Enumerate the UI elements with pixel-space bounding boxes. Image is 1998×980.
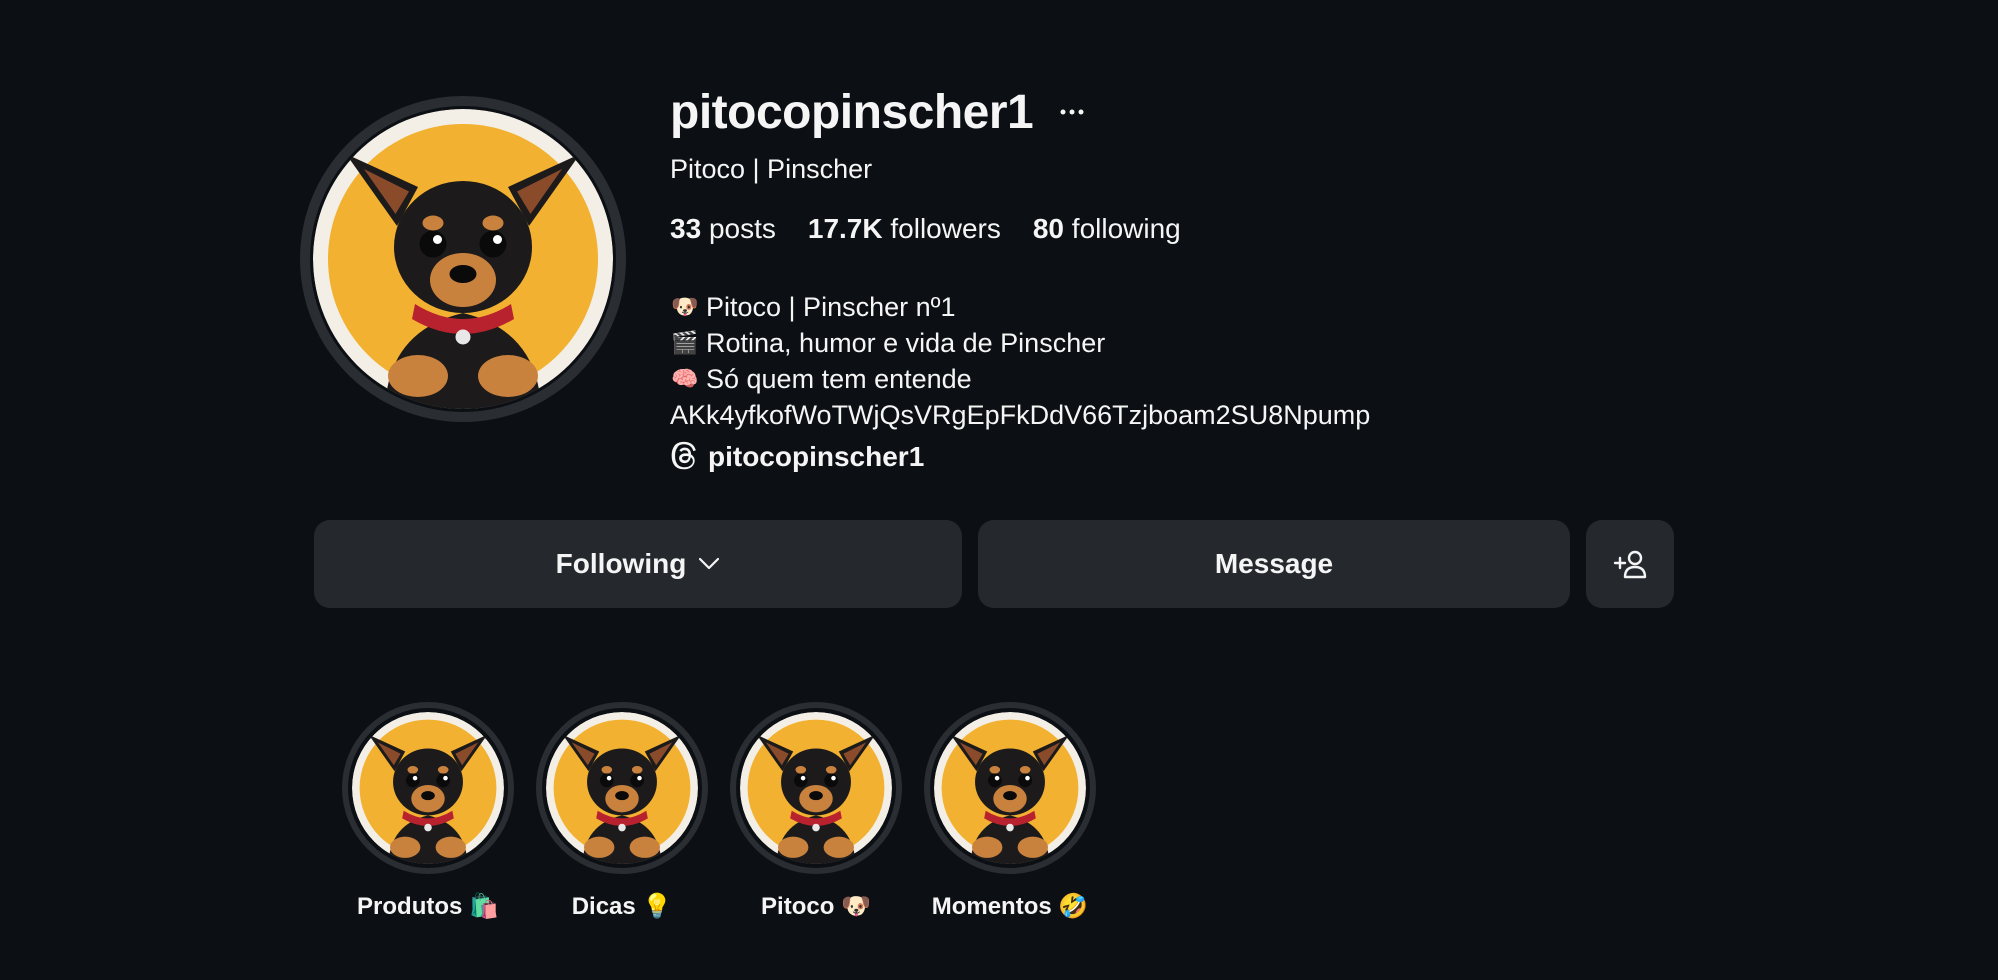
highlight-ring bbox=[536, 702, 708, 874]
highlight-label: Dicas 💡 bbox=[571, 893, 673, 920]
bio-line-text: Rotina, humor e vida de Pinscher bbox=[706, 328, 1106, 358]
threads-handle: pitocopinscher1 bbox=[708, 441, 925, 472]
highlight-dicas[interactable]: Dicas 💡 bbox=[532, 702, 712, 921]
threads-icon bbox=[671, 441, 696, 470]
highlight-gap bbox=[542, 708, 702, 868]
pinscher-puppy-icon bbox=[934, 712, 1086, 864]
highlight-gap bbox=[930, 708, 1090, 868]
highlight-pitoco[interactable]: Pitoco 🐶 bbox=[726, 702, 906, 921]
bio-contract-address: AKk4yfkofWoTWjQsVRgEpFkDdV66Tzjboam2SU8N… bbox=[670, 400, 1371, 430]
pinscher-puppy-icon bbox=[740, 712, 892, 864]
posts-label: posts bbox=[708, 213, 776, 244]
highlight-label: Momentos 🤣 bbox=[931, 893, 1089, 920]
following-button[interactable]: Following bbox=[314, 520, 962, 608]
message-button-label: Message bbox=[1214, 548, 1334, 579]
followers-count[interactable]: 17.7K followers bbox=[808, 213, 1001, 245]
bio-line: 🧠 Só quem tem entende bbox=[670, 361, 1370, 397]
avatar-gap bbox=[310, 106, 616, 412]
profile-bio: 🐶 Pitoco | Pinscher nº1 🎬 Rotina, humor … bbox=[670, 289, 1370, 433]
bio-line: 🐶 Pitoco | Pinscher nº1 bbox=[670, 289, 1370, 325]
following-button-label: Following bbox=[555, 548, 687, 579]
highlight-gap bbox=[736, 708, 896, 868]
bio-line: AKk4yfkofWoTWjQsVRgEpFkDdV66Tzjboam2SU8N… bbox=[670, 397, 1370, 433]
highlight-ring bbox=[342, 702, 514, 874]
threads-link[interactable]: pitocopinscher1 bbox=[670, 438, 924, 476]
highlight-gap bbox=[348, 708, 508, 868]
more-options-button[interactable] bbox=[1055, 97, 1089, 127]
bio-line-text: Só quem tem entende bbox=[706, 364, 972, 394]
brain-emoji-icon: 🧠 bbox=[671, 366, 699, 391]
profile-full-name: Pitoco | Pinscher bbox=[670, 154, 873, 184]
posts-number: 33 bbox=[670, 213, 702, 244]
clapperboard-emoji-icon: 🎬 bbox=[671, 330, 699, 355]
profile-stats: 33 posts 17.7K followers 80 following bbox=[670, 213, 1213, 245]
followers-label: followers bbox=[890, 213, 1001, 244]
pinscher-puppy-icon bbox=[352, 712, 504, 864]
following-count[interactable]: 80 following bbox=[1033, 213, 1181, 245]
following-number: 80 bbox=[1032, 213, 1065, 244]
pinscher-puppy-icon bbox=[546, 712, 698, 864]
profile-avatar[interactable] bbox=[300, 96, 626, 422]
chevron-down-icon bbox=[699, 557, 720, 570]
following-label: following bbox=[1071, 213, 1181, 244]
message-button[interactable]: Message bbox=[978, 520, 1570, 608]
dog-face-emoji-icon: 🐶 bbox=[671, 294, 699, 319]
posts-count[interactable]: 33 posts bbox=[670, 213, 776, 245]
highlight-ring bbox=[730, 702, 902, 874]
bio-line-text: Pitoco | Pinscher nº1 bbox=[706, 292, 956, 322]
highlight-momentos[interactable]: Momentos 🤣 bbox=[920, 702, 1100, 921]
bio-line: 🎬 Rotina, humor e vida de Pinscher bbox=[670, 325, 1370, 361]
highlight-produtos[interactable]: Produtos 🛍️ bbox=[338, 702, 518, 921]
ellipsis-icon bbox=[1060, 109, 1084, 115]
highlight-label: Produtos 🛍️ bbox=[357, 893, 499, 920]
highlight-ring bbox=[924, 702, 1096, 874]
add-user-button[interactable] bbox=[1586, 520, 1674, 608]
story-highlights: Produtos 🛍️ Dicas 💡 Pitoco 🐶 Momentos 🤣 bbox=[338, 702, 1114, 921]
pinscher-puppy-avatar-icon bbox=[313, 109, 613, 409]
add-person-icon bbox=[1613, 550, 1647, 579]
profile-username: pitocopinscher1 bbox=[670, 85, 1034, 139]
followers-number: 17.7K bbox=[807, 213, 883, 244]
username-row: pitocopinscher1 bbox=[670, 82, 1089, 142]
highlight-label: Pitoco 🐶 bbox=[761, 893, 871, 920]
